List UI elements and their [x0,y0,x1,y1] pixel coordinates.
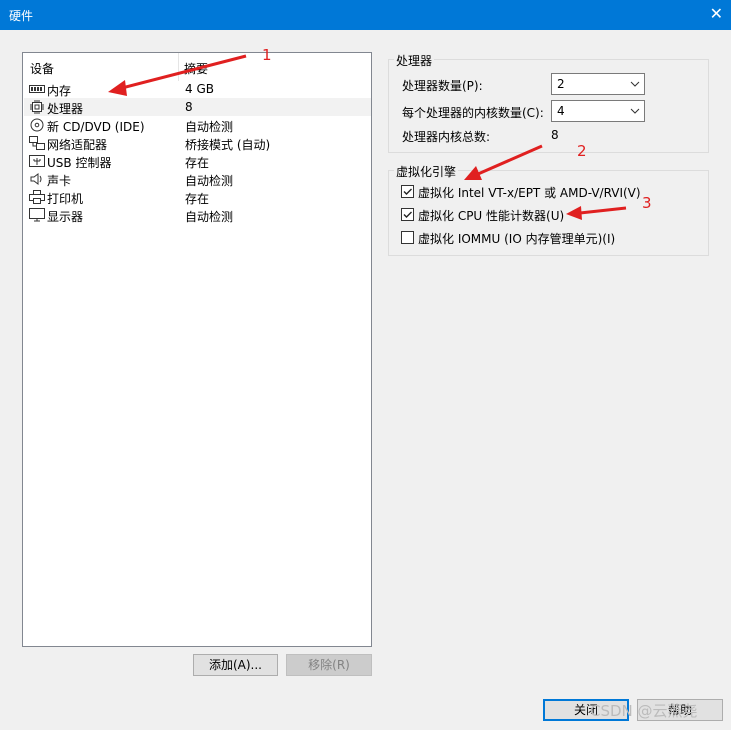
annotation-arrow-3 [566,206,627,220]
watermark: CSDN @云燕尧 [590,702,698,720]
annotation-arrow-2 [464,144,543,180]
annotation-arrow-1 [108,54,247,96]
annotation-label-3: 3 [642,194,652,212]
annotation-label-1: 1 [262,46,272,64]
annotation-label-2: 2 [577,142,587,160]
annotation-arrows [108,54,627,220]
